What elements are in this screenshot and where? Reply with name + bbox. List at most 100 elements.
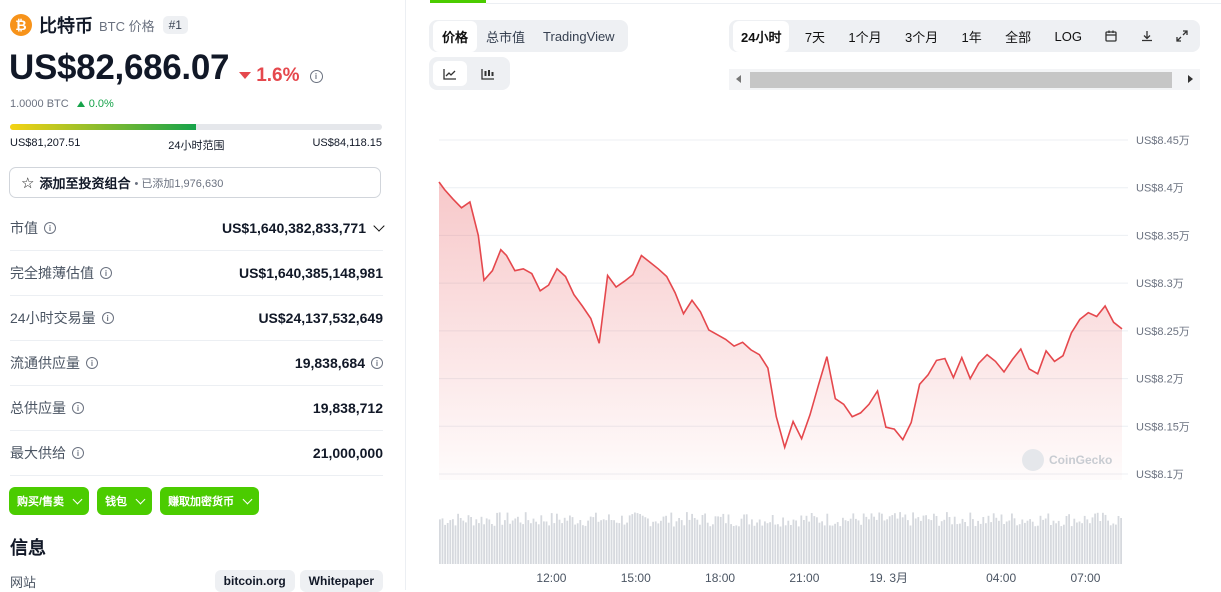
volume-bar bbox=[511, 520, 514, 564]
volume-bar bbox=[888, 516, 891, 564]
volume-bar bbox=[506, 512, 509, 564]
price-row: US$82,686.07 1.6% i bbox=[9, 48, 323, 88]
volume-bar bbox=[904, 514, 907, 564]
chevron-down-icon[interactable] bbox=[373, 220, 385, 232]
volume-bar bbox=[792, 519, 795, 564]
volume-bar bbox=[631, 514, 634, 564]
volume-bar bbox=[870, 513, 873, 564]
volume-bar bbox=[920, 520, 922, 564]
x-tick-label: 21:00 bbox=[789, 571, 819, 585]
volume-bar bbox=[1031, 521, 1034, 564]
info-icon[interactable]: i bbox=[371, 357, 383, 369]
wallet-label: 钱包 bbox=[105, 496, 128, 508]
stat-value: 19,838,684 bbox=[294, 355, 365, 371]
info-icon[interactable]: i bbox=[86, 357, 98, 369]
24h-range-bar bbox=[10, 124, 382, 130]
volume-bar bbox=[831, 525, 834, 564]
volume-bar bbox=[779, 526, 782, 564]
volume-bar bbox=[860, 524, 862, 564]
volume-bar bbox=[626, 522, 628, 564]
volume-bar bbox=[517, 516, 519, 564]
volume-bar bbox=[977, 520, 979, 564]
volume-bar bbox=[896, 518, 899, 564]
volume-bar bbox=[1115, 524, 1117, 564]
volume-bar bbox=[623, 524, 626, 564]
y-tick-label: US$8.2万 bbox=[1136, 374, 1184, 386]
stat-label: 总供应量 bbox=[10, 400, 66, 416]
volume-bar bbox=[498, 512, 501, 564]
volume-bar bbox=[834, 523, 836, 564]
volume-bar bbox=[758, 519, 761, 564]
volume-bar bbox=[956, 524, 959, 564]
whitepaper-link[interactable]: Whitepaper bbox=[299, 570, 383, 592]
volume-bar bbox=[1021, 519, 1024, 564]
volume-bar bbox=[712, 524, 714, 564]
stat-value: 19,838,712 bbox=[312, 400, 383, 416]
volume-bar bbox=[826, 513, 829, 564]
coingecko-logo-icon bbox=[1022, 449, 1044, 471]
volume-bar bbox=[959, 523, 961, 564]
volume-bar bbox=[462, 520, 465, 564]
coin-summary-panel: ₿ 比特币 BTC 价格 #1 US$82,686.07 1.6% i 1.00… bbox=[0, 0, 392, 592]
add-to-portfolio-button[interactable]: ☆ 添加至投资组合 • 已添加1,976,630 bbox=[9, 167, 381, 198]
volume-bar bbox=[652, 521, 654, 564]
buy-sell-button[interactable]: 购买/售卖 bbox=[9, 487, 90, 515]
volume-bar bbox=[446, 523, 449, 564]
volume-bar bbox=[673, 526, 675, 564]
24h-range-label: 24小时范围 bbox=[168, 140, 225, 152]
info-icon[interactable]: i bbox=[72, 402, 84, 414]
website-link[interactable]: bitcoin.org bbox=[214, 570, 295, 592]
volume-bar bbox=[722, 513, 725, 564]
volume-bar bbox=[1016, 525, 1018, 564]
volume-bar bbox=[985, 523, 987, 564]
volume-bar bbox=[597, 521, 600, 564]
volume-bar bbox=[849, 518, 852, 564]
volume-bar bbox=[982, 517, 985, 564]
volume-bar bbox=[532, 518, 535, 564]
volume-bar bbox=[766, 523, 769, 564]
volume-bar bbox=[696, 519, 699, 564]
volume-bar bbox=[764, 521, 766, 564]
volume-bar bbox=[1086, 519, 1089, 564]
y-tick-label: US$8.3万 bbox=[1136, 278, 1184, 290]
stat-row-total-supply: 总供应量 i 19,838,712 bbox=[10, 386, 383, 431]
coin-title: ₿ 比特币 BTC 价格 #1 bbox=[10, 14, 188, 36]
website-label: 网站 bbox=[10, 574, 37, 590]
volume-bar bbox=[459, 518, 462, 564]
volume-bar bbox=[509, 523, 511, 564]
stats-list: 市值 i US$1,640,382,833,771 完全摊薄估值 i US$1,64… bbox=[10, 206, 385, 476]
volume-bar bbox=[964, 522, 966, 564]
volume-bar bbox=[475, 519, 478, 564]
volume-bar bbox=[1011, 513, 1013, 564]
volume-bar bbox=[569, 515, 571, 564]
volume-bar bbox=[457, 513, 459, 564]
volume-bar bbox=[530, 523, 532, 564]
volume-bar bbox=[454, 525, 457, 564]
volume-bar bbox=[628, 515, 631, 564]
info-icon[interactable]: i bbox=[101, 312, 114, 324]
wallet-button[interactable]: 钱包 bbox=[97, 487, 153, 515]
volume-bar bbox=[613, 520, 615, 564]
volume-bar bbox=[634, 512, 636, 564]
volume-bar bbox=[543, 521, 545, 564]
volume-bar bbox=[688, 519, 691, 564]
y-tick-label: US$8.15万 bbox=[1136, 421, 1190, 433]
info-heading: 信息 bbox=[10, 538, 46, 558]
volume-bar bbox=[1078, 521, 1081, 564]
y-tick-label: US$8.45万 bbox=[1136, 135, 1190, 147]
info-icon[interactable]: i bbox=[309, 70, 323, 83]
info-icon[interactable]: i bbox=[44, 222, 56, 234]
volume-bar bbox=[1047, 513, 1050, 564]
info-icon[interactable]: i bbox=[100, 267, 112, 279]
info-icon[interactable]: i bbox=[72, 447, 84, 459]
stat-value: US$1,640,385,148,981 bbox=[238, 265, 383, 281]
volume-bar bbox=[1044, 518, 1047, 564]
volume-bar bbox=[1003, 524, 1005, 564]
volume-bar bbox=[727, 514, 730, 564]
volume-bar bbox=[519, 522, 522, 564]
volume-bar bbox=[1065, 516, 1068, 564]
volume-bar bbox=[553, 523, 556, 564]
y-tick-label: US$8.1万 bbox=[1136, 469, 1184, 481]
volume-bar bbox=[566, 520, 569, 564]
earn-crypto-button[interactable]: 赚取加密货币 bbox=[160, 487, 260, 515]
